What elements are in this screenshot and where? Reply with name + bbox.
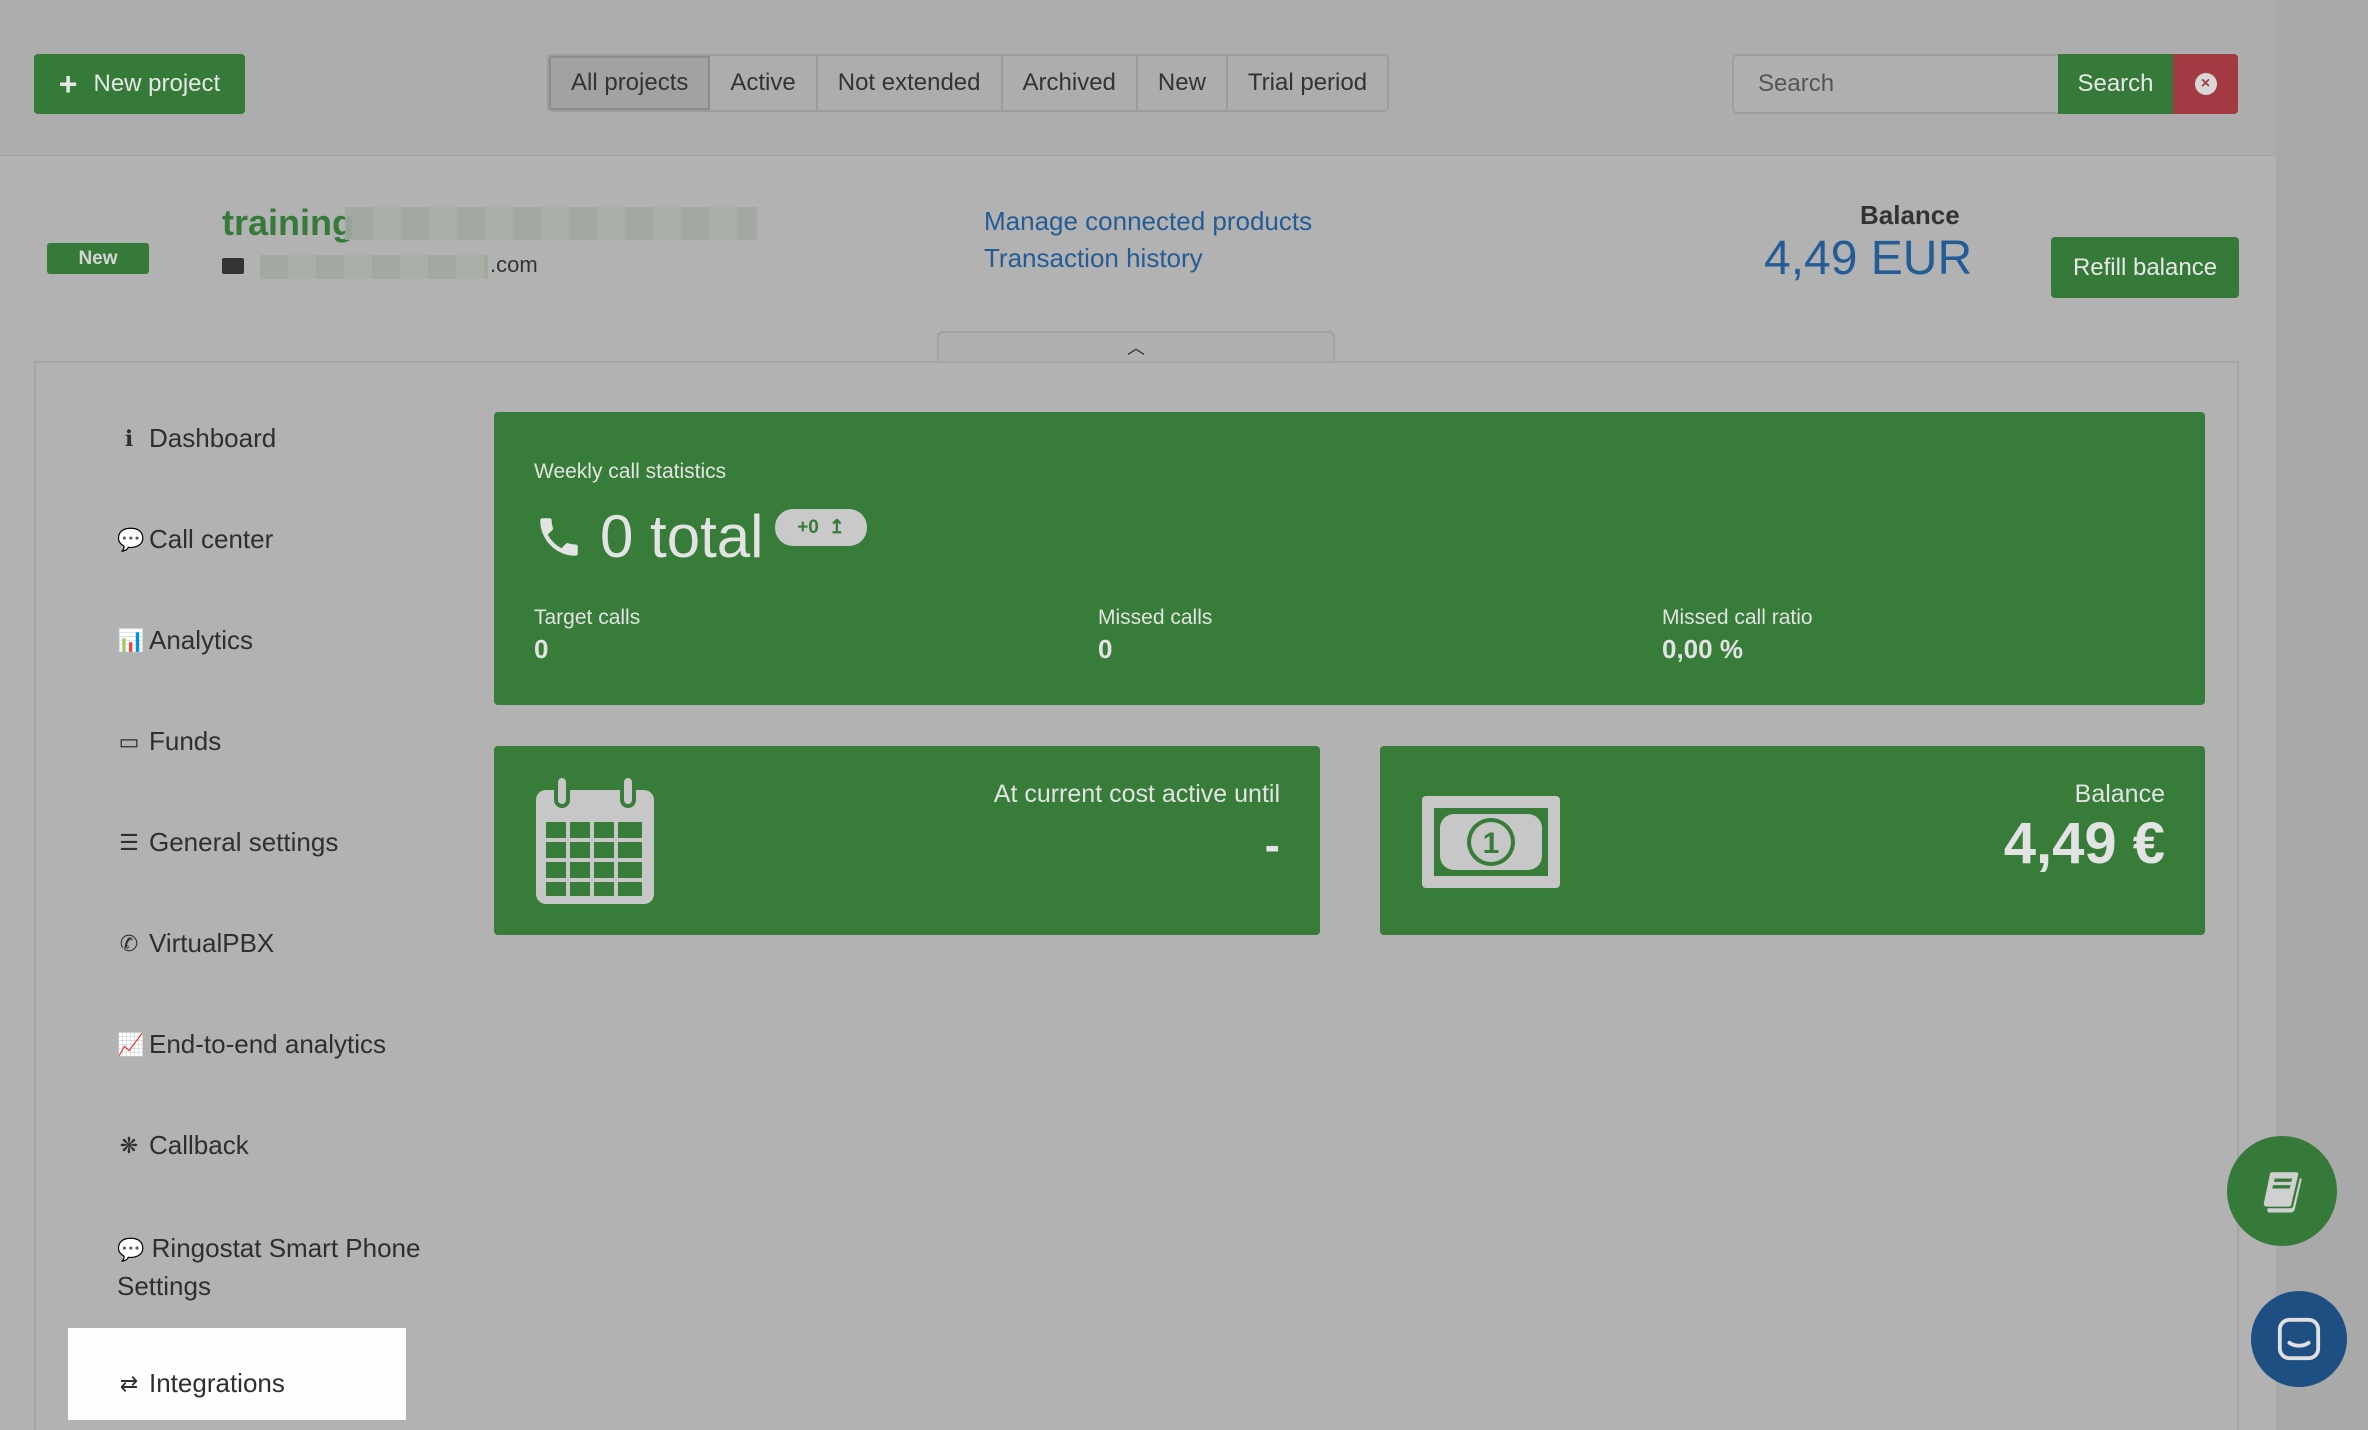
calendar-icon [536, 776, 654, 904]
weekly-call-stats-card: Weekly call statistics 0 total +0 ↥ Targ… [494, 412, 2205, 705]
filter-active[interactable]: Active [710, 56, 818, 110]
arrow-up-icon: ↥ [828, 517, 845, 538]
knowledge-base-button[interactable] [2227, 1136, 2337, 1246]
balance-card-value: 4,49 € [2003, 811, 2165, 876]
sidebar-item-virtualpbx[interactable]: ✆ VirtualPBX [117, 928, 274, 959]
missed-ratio-label: Missed call ratio [1662, 606, 1813, 629]
filter-archived[interactable]: Archived [1003, 56, 1138, 110]
refill-balance-button[interactable]: Refill balance [2051, 237, 2239, 298]
project-title: training [222, 202, 354, 243]
chevron-up-icon: ︿ [1127, 338, 1145, 358]
project-filter-tabs: All projects Active Not extended Archive… [547, 54, 1390, 112]
sidebar-item-call-center[interactable]: 💬 Call center [117, 524, 273, 555]
sidebar-item-callback[interactable]: ❋ Callback [117, 1130, 249, 1161]
sidebar-item-analytics[interactable]: 📊 Analytics [117, 625, 253, 656]
collapse-toggle[interactable]: ︿ [937, 331, 1335, 361]
sidebar-item-smart-phone-settings[interactable]: 💬 Ringostat Smart Phone Settings [117, 1230, 437, 1305]
sidebar-item-label: Call center [149, 524, 274, 554]
card-title: Weekly call statistics [534, 460, 727, 483]
sidebar-item-integrations[interactable]: ⇄ Integrations [117, 1368, 285, 1399]
sidebar-item-label: Funds [149, 726, 222, 756]
balance-value: 4,49 EUR [1764, 232, 1973, 285]
delta-value: +0 [797, 516, 819, 538]
new-project-button[interactable]: + New project [34, 54, 245, 114]
line-chart-icon: 📈 [117, 1031, 145, 1057]
wechat-icon: ❋ [119, 1132, 139, 1158]
sidebar-item-general-settings[interactable]: ☰ General settings [117, 827, 338, 858]
missed-ratio-value: 0,00 % [1662, 634, 1743, 664]
filter-not-extended[interactable]: Not extended [818, 56, 1003, 110]
phone-icon [540, 517, 578, 556]
money-bill-icon: 1 [1422, 796, 1560, 888]
balance-label: Balance [1860, 200, 1960, 230]
plus-icon: + [58, 66, 78, 102]
envelope-icon [222, 258, 244, 274]
credit-card-icon: ▭ [118, 728, 140, 754]
sidebar-item-label: Callback [149, 1130, 249, 1160]
new-project-label: New project [93, 70, 221, 97]
active-until-label: At current cost active until [993, 780, 1280, 808]
delta-badge: +0 ↥ [775, 509, 867, 546]
bar-chart-icon: 📊 [117, 627, 145, 653]
sidebar-item-label: Analytics [149, 625, 254, 655]
book-icon [2263, 1172, 2302, 1213]
sidebar-item-dashboard[interactable]: ℹ Dashboard [117, 423, 276, 454]
comment-icon: 💬 [117, 526, 145, 552]
filter-new[interactable]: New [1138, 56, 1228, 110]
phone-icon: ✆ [119, 930, 139, 956]
total-calls: 0 total [534, 502, 763, 571]
chat-icon [2277, 1317, 2321, 1361]
email-suffix: .com [490, 252, 538, 277]
balance-card: 1 Balance 4,49 € [1380, 746, 2205, 935]
redacted-email [260, 255, 488, 279]
close-icon: × [2194, 73, 2217, 95]
sidebar-item-label: VirtualPBX [149, 928, 275, 958]
target-calls-label: Target calls [534, 606, 641, 629]
sidebar-item-end-to-end-analytics[interactable]: 📈 End-to-end analytics [117, 1029, 386, 1060]
manage-products-link[interactable]: Manage connected products [984, 206, 1312, 237]
target-calls-value: 0 [534, 634, 549, 664]
transaction-history-link[interactable]: Transaction history [984, 243, 1203, 274]
sidebar-item-label: General settings [149, 827, 339, 857]
active-until-card: At current cost active until - [494, 746, 1320, 935]
filter-all-projects[interactable]: All projects [549, 56, 711, 110]
sidebar-item-label: End-to-end analytics [149, 1029, 387, 1059]
chat-widget-button[interactable] [2251, 1291, 2347, 1387]
sidebar-item-funds[interactable]: ▭ Funds [117, 726, 222, 757]
info-icon: ℹ [124, 425, 134, 451]
active-until-value: - [1264, 819, 1280, 871]
exchange-icon: ⇄ [119, 1370, 139, 1396]
redacted-project-name [345, 207, 757, 240]
missed-calls-label: Missed calls [1098, 606, 1213, 629]
balance-card-label: Balance [2074, 780, 2165, 808]
sidebar-item-label: Integrations [149, 1368, 285, 1398]
svg-text:1: 1 [1483, 827, 1500, 860]
status-badge: New [47, 243, 149, 274]
comments-icon: 💬 [117, 1237, 145, 1262]
sidebar-item-label: Dashboard [149, 423, 277, 453]
search-input[interactable]: Search [1732, 54, 2058, 114]
total-calls-value: 0 total [600, 503, 764, 570]
sliders-icon: ☰ [119, 829, 139, 855]
clear-search-button[interactable]: × [2173, 54, 2238, 114]
search-button[interactable]: Search [2058, 54, 2173, 114]
missed-calls-value: 0 [1098, 634, 1113, 664]
filter-trial-period[interactable]: Trial period [1228, 56, 1387, 110]
sidebar-item-label: Ringostat Smart Phone Settings [117, 1233, 421, 1301]
